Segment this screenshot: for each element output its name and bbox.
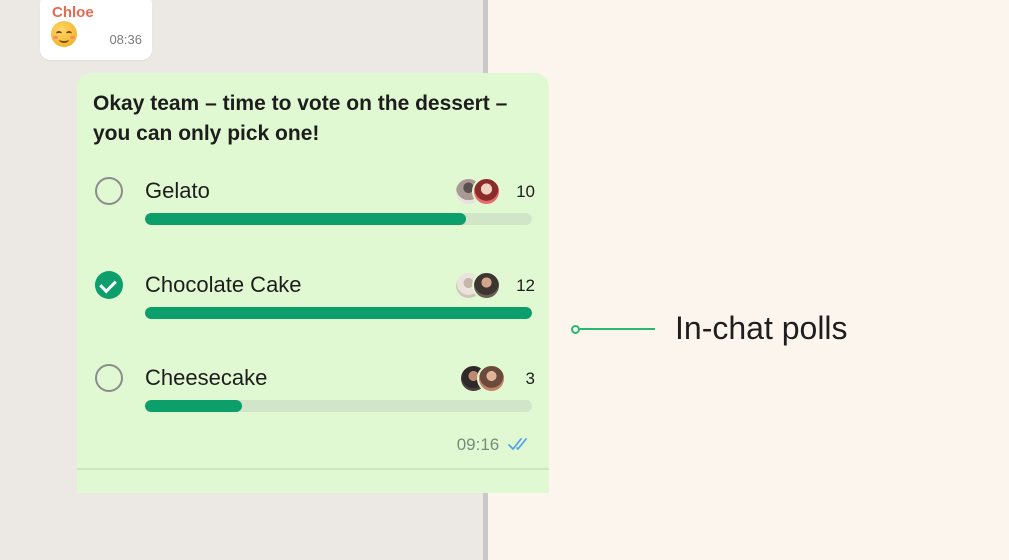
vote-progress-bar (145, 213, 532, 225)
poll-option-label: Cheesecake (145, 365, 268, 390)
avatar (477, 364, 506, 393)
voter-avatars[interactable] (454, 271, 502, 301)
poll-option-cheesecake[interactable]: Cheesecake 3 (95, 364, 535, 414)
vote-progress-bar (145, 400, 532, 412)
radio-checked-icon[interactable] (95, 271, 123, 299)
sender-name: Chloe (52, 4, 94, 21)
vote-progress-fill (145, 400, 242, 412)
poll-timestamp: 09:16 (456, 435, 500, 454)
vote-progress-fill (145, 213, 467, 225)
poll-option-gelato[interactable]: Gelato 10 (95, 177, 535, 227)
smiling-face-emoji-icon (51, 21, 77, 47)
poll-message: Okay team – time to vote on the dessert … (77, 73, 549, 493)
callout-dot (571, 325, 580, 334)
vote-count: 12 (516, 276, 535, 295)
poll-option-label: Chocolate Cake (145, 272, 302, 297)
vote-count: 10 (516, 182, 535, 201)
poll-question: Okay team – time to vote on the dessert … (93, 92, 508, 145)
avatar (472, 177, 501, 206)
vote-count: 3 (525, 369, 535, 388)
double-check-icon (508, 436, 532, 450)
poll-option-chocolate-cake[interactable]: Chocolate Cake 12 (95, 271, 535, 321)
divider (77, 468, 549, 470)
voter-avatars[interactable] (454, 177, 502, 207)
avatar (472, 271, 501, 300)
message-timestamp: 08:36 (109, 32, 142, 47)
radio-unchecked-icon[interactable] (95, 364, 123, 392)
poll-option-label: Gelato (145, 178, 210, 203)
poll-meta: 09:16 (457, 435, 532, 455)
feature-callout-label: In-chat polls (675, 310, 848, 346)
incoming-message[interactable]: Chloe 08:36 (40, 0, 152, 60)
callout-line (580, 328, 655, 330)
vote-progress-bar (145, 307, 532, 319)
vote-progress-fill (145, 307, 532, 319)
radio-unchecked-icon[interactable] (95, 177, 123, 205)
voter-avatars[interactable] (459, 364, 507, 394)
